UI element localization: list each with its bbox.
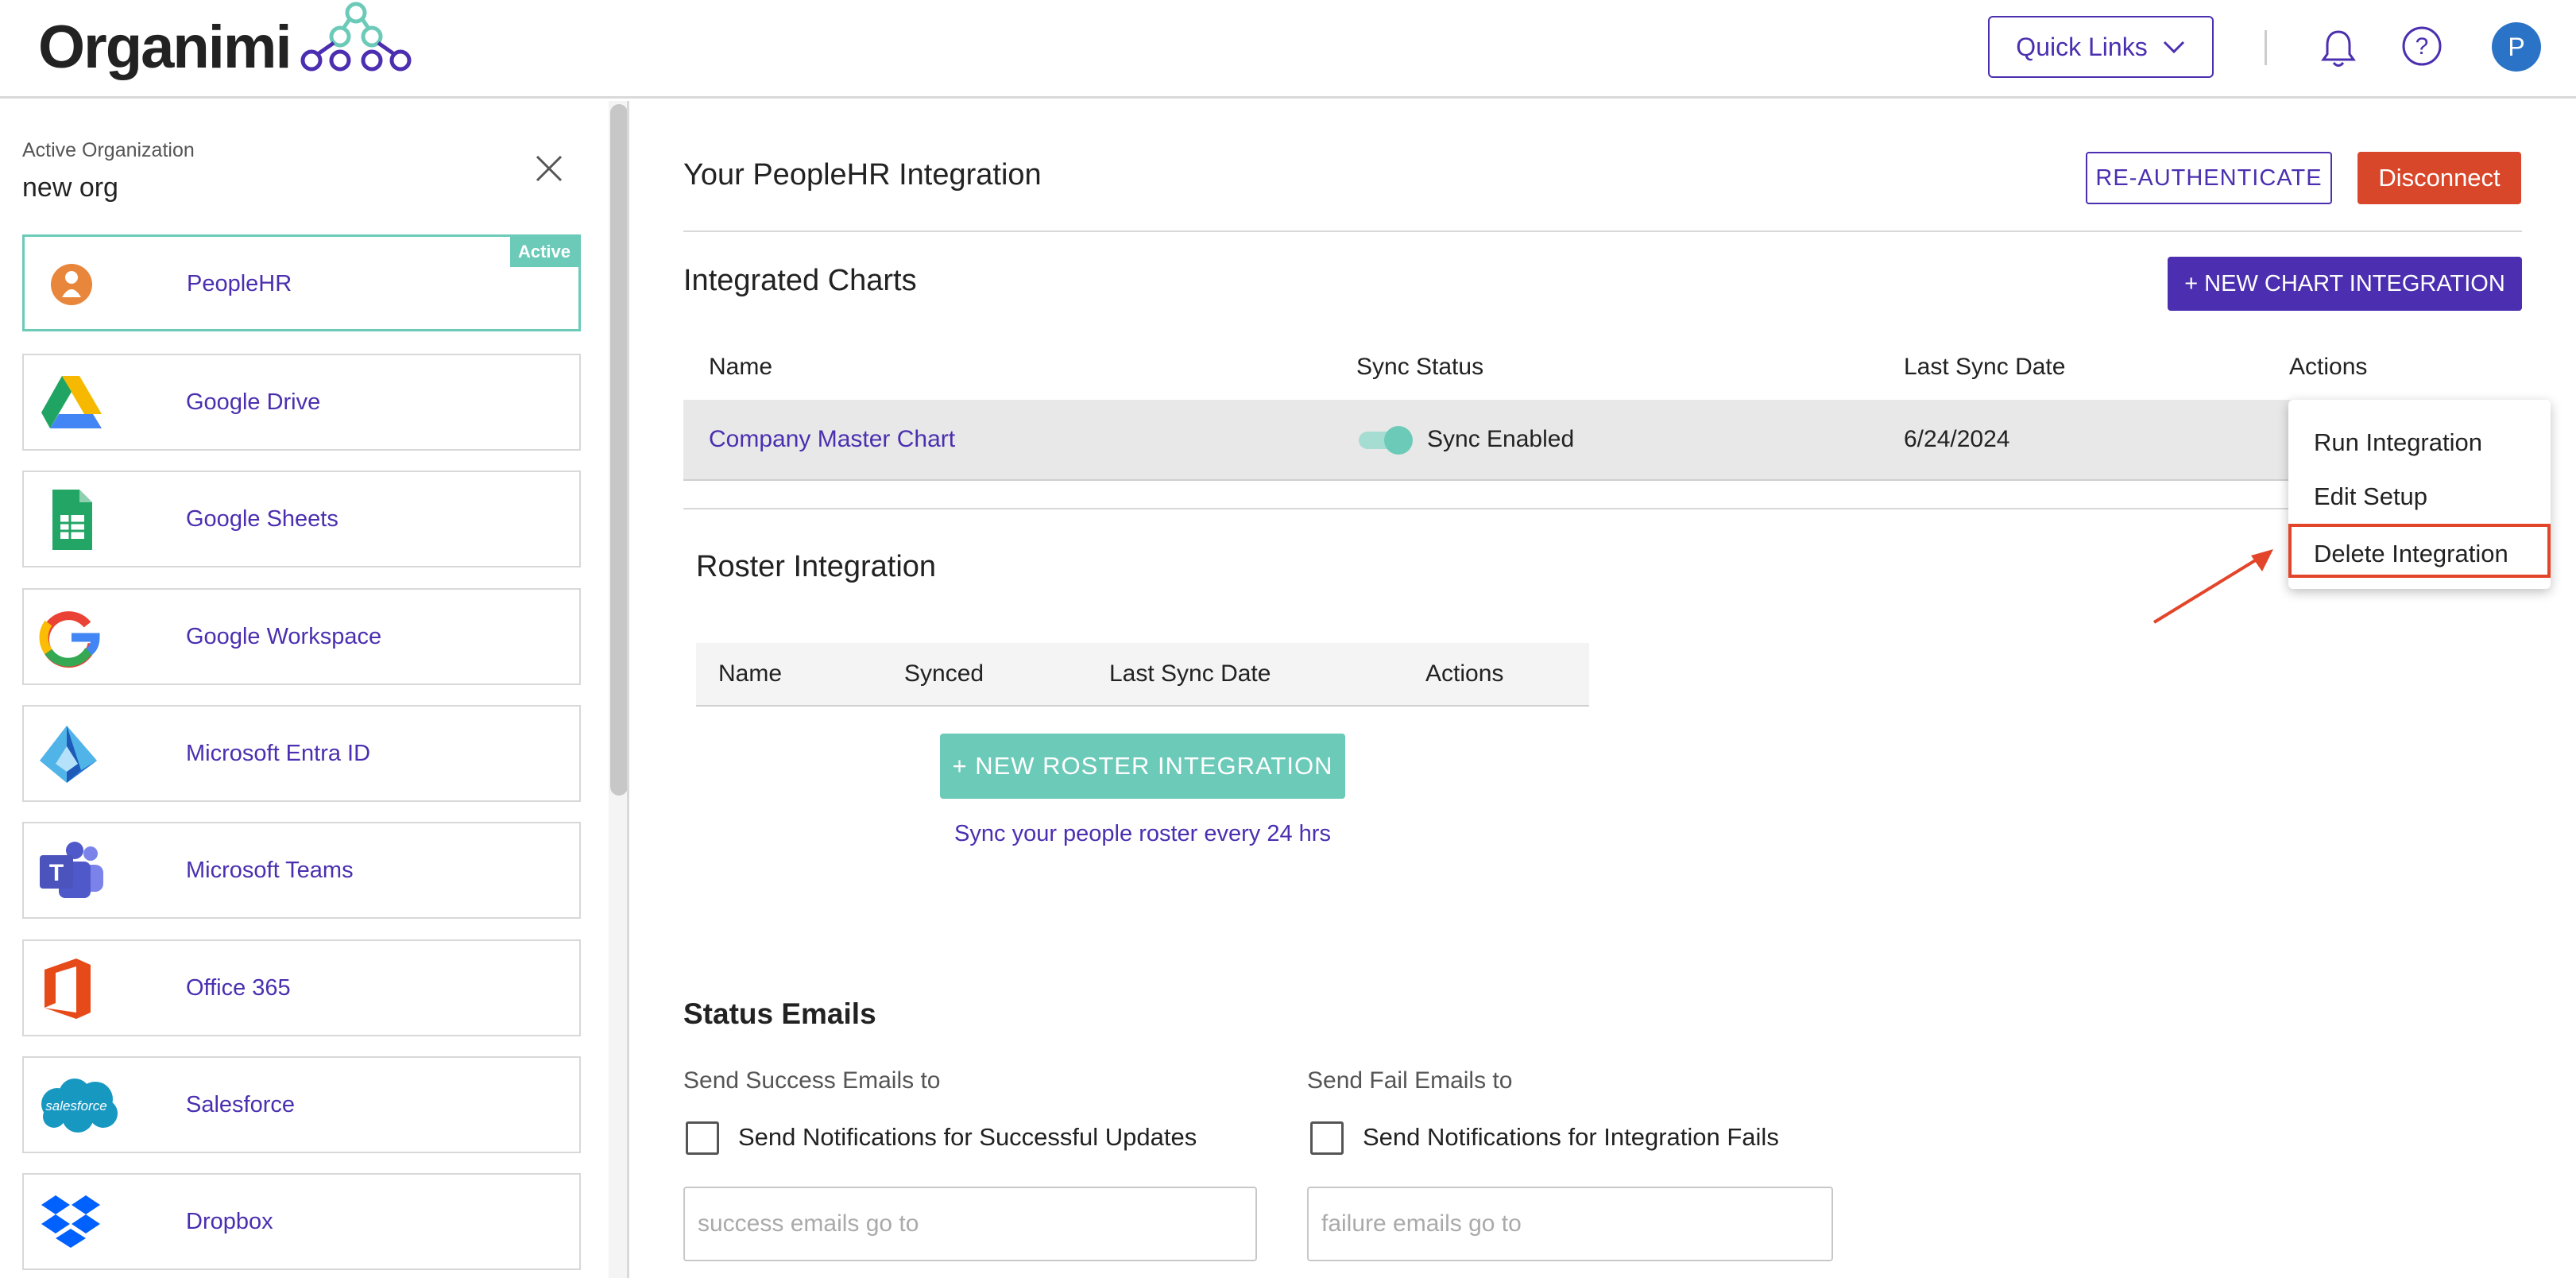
microsoft-teams-icon: T <box>40 842 103 898</box>
peoplehr-icon <box>51 264 92 305</box>
bell-icon[interactable] <box>2319 27 2358 70</box>
fail-notifications-checkbox[interactable] <box>1310 1121 1344 1155</box>
header-divider <box>2265 30 2267 65</box>
svg-text:salesforce: salesforce <box>45 1098 106 1113</box>
sidebar-item-label: Microsoft Entra ID <box>186 741 371 766</box>
new-roster-integration-button[interactable]: + NEW ROSTER INTEGRATION <box>940 734 1345 799</box>
sidebar: Active Organization new org PeopleHR Act… <box>0 101 629 1278</box>
status-emails-title: Status Emails <box>683 997 876 1030</box>
active-badge: Active <box>509 237 578 267</box>
sidebar-item-office-365[interactable]: Office 365 <box>22 939 581 1036</box>
active-org-name: new org <box>22 172 118 203</box>
sidebar-item-google-sheets[interactable]: Google Sheets <box>22 471 581 567</box>
sidebar-item-google-workspace[interactable]: Google Workspace <box>22 588 581 685</box>
salesforce-icon: salesforce <box>41 1079 118 1133</box>
sidebar-item-microsoft-entra-id[interactable]: Microsoft Entra ID <box>22 705 581 802</box>
success-emails-label: Send Success Emails to <box>683 1067 941 1094</box>
google-sheets-icon <box>52 490 92 550</box>
column-header-last-sync-date: Last Sync Date <box>1109 660 1271 687</box>
divider <box>683 508 2522 509</box>
roster-table-header: Name Synced Last Sync Date Actions <box>696 643 1589 707</box>
organimi-logo-icon <box>300 2 412 72</box>
success-notifications-label: Send Notifications for Successful Update… <box>738 1123 1197 1151</box>
chart-name-link[interactable]: Company Master Chart <box>709 400 955 479</box>
success-notifications-checkbox[interactable] <box>686 1121 719 1155</box>
google-drive-icon <box>41 376 102 428</box>
actions-menu: Run Integration Edit Setup Delete Integr… <box>2288 400 2551 589</box>
delete-integration-menu-item[interactable]: Delete Integration <box>2288 524 2551 578</box>
column-header-sync-status: Sync Status <box>1356 354 1484 380</box>
sidebar-item-microsoft-teams[interactable]: T Microsoft Teams <box>22 822 581 919</box>
roster-subtext: Sync your people roster every 24 hrs <box>954 821 1331 846</box>
integrated-charts-title: Integrated Charts <box>683 264 917 297</box>
svg-text:T: T <box>49 860 64 886</box>
divider <box>683 230 2522 232</box>
quick-links-button[interactable]: Quick Links <box>1988 16 2214 78</box>
page-title: Your PeopleHR Integration <box>683 158 1042 192</box>
column-header-last-sync-date: Last Sync Date <box>1904 354 2066 380</box>
sidebar-item-salesforce[interactable]: salesforce Salesforce <box>22 1056 581 1153</box>
top-bar: Organimi Quick Links ? P <box>0 0 2576 99</box>
sidebar-item-label: Google Workspace <box>186 624 382 649</box>
sync-status-text: Sync Enabled <box>1427 426 1575 452</box>
run-integration-menu-item[interactable]: Run Integration <box>2288 416 2551 470</box>
column-header-actions: Actions <box>2289 354 2368 380</box>
fail-notifications-label: Send Notifications for Integration Fails <box>1363 1123 1779 1151</box>
edit-setup-menu-item[interactable]: Edit Setup <box>2288 470 2551 524</box>
logo-text: Organimi <box>38 14 292 81</box>
column-header-actions: Actions <box>1425 660 1504 687</box>
svg-text:?: ? <box>2415 33 2429 60</box>
table-row[interactable]: Company Master Chart Sync Enabled 6/24/2… <box>683 400 2522 481</box>
help-icon[interactable]: ? <box>2401 25 2443 67</box>
last-sync-date: 6/24/2024 <box>1904 426 2010 452</box>
microsoft-entra-icon <box>40 726 97 783</box>
quick-links-label: Quick Links <box>2016 32 2148 61</box>
column-header-name: Name <box>709 354 773 380</box>
avatar[interactable]: P <box>2492 22 2541 72</box>
sidebar-item-label: Google Sheets <box>186 506 338 532</box>
sidebar-item-label: Google Drive <box>186 389 321 415</box>
office-365-icon <box>44 958 91 1019</box>
sidebar-item-peoplehr[interactable]: PeopleHR Active <box>22 234 581 331</box>
sidebar-item-label: Microsoft Teams <box>186 858 354 883</box>
fail-emails-label: Send Fail Emails to <box>1307 1067 1513 1094</box>
sidebar-item-label: Office 365 <box>186 975 291 1001</box>
disconnect-button[interactable]: Disconnect <box>2357 152 2521 204</box>
sync-toggle[interactable] <box>1357 424 1414 455</box>
sidebar-scrollbar-thumb[interactable] <box>610 104 627 796</box>
close-icon[interactable] <box>531 150 567 187</box>
sidebar-item-label: Dropbox <box>186 1209 273 1234</box>
sidebar-item-google-drive[interactable]: Google Drive <box>22 354 581 451</box>
sidebar-item-label: Salesforce <box>186 1092 296 1117</box>
sidebar-item-label: PeopleHR <box>187 271 292 296</box>
google-workspace-icon <box>39 611 100 668</box>
main-content: Your PeopleHR Integration RE-AUTHENTICAT… <box>632 101 2576 1278</box>
reauthenticate-button[interactable]: RE-AUTHENTICATE <box>2086 152 2332 204</box>
active-org-label: Active Organization <box>22 139 195 161</box>
success-emails-input[interactable] <box>683 1187 1257 1261</box>
new-chart-integration-button[interactable]: + NEW CHART INTEGRATION <box>2168 257 2522 311</box>
sidebar-item-dropbox[interactable]: Dropbox <box>22 1173 581 1270</box>
roster-integration-title: Roster Integration <box>696 550 937 583</box>
failure-emails-input[interactable] <box>1307 1187 1833 1261</box>
arrow-annotation-icon <box>2152 549 2273 624</box>
chevron-down-icon <box>2163 41 2184 54</box>
column-header-synced: Synced <box>904 660 984 687</box>
column-header-name: Name <box>718 660 783 687</box>
dropbox-icon <box>41 1195 100 1248</box>
